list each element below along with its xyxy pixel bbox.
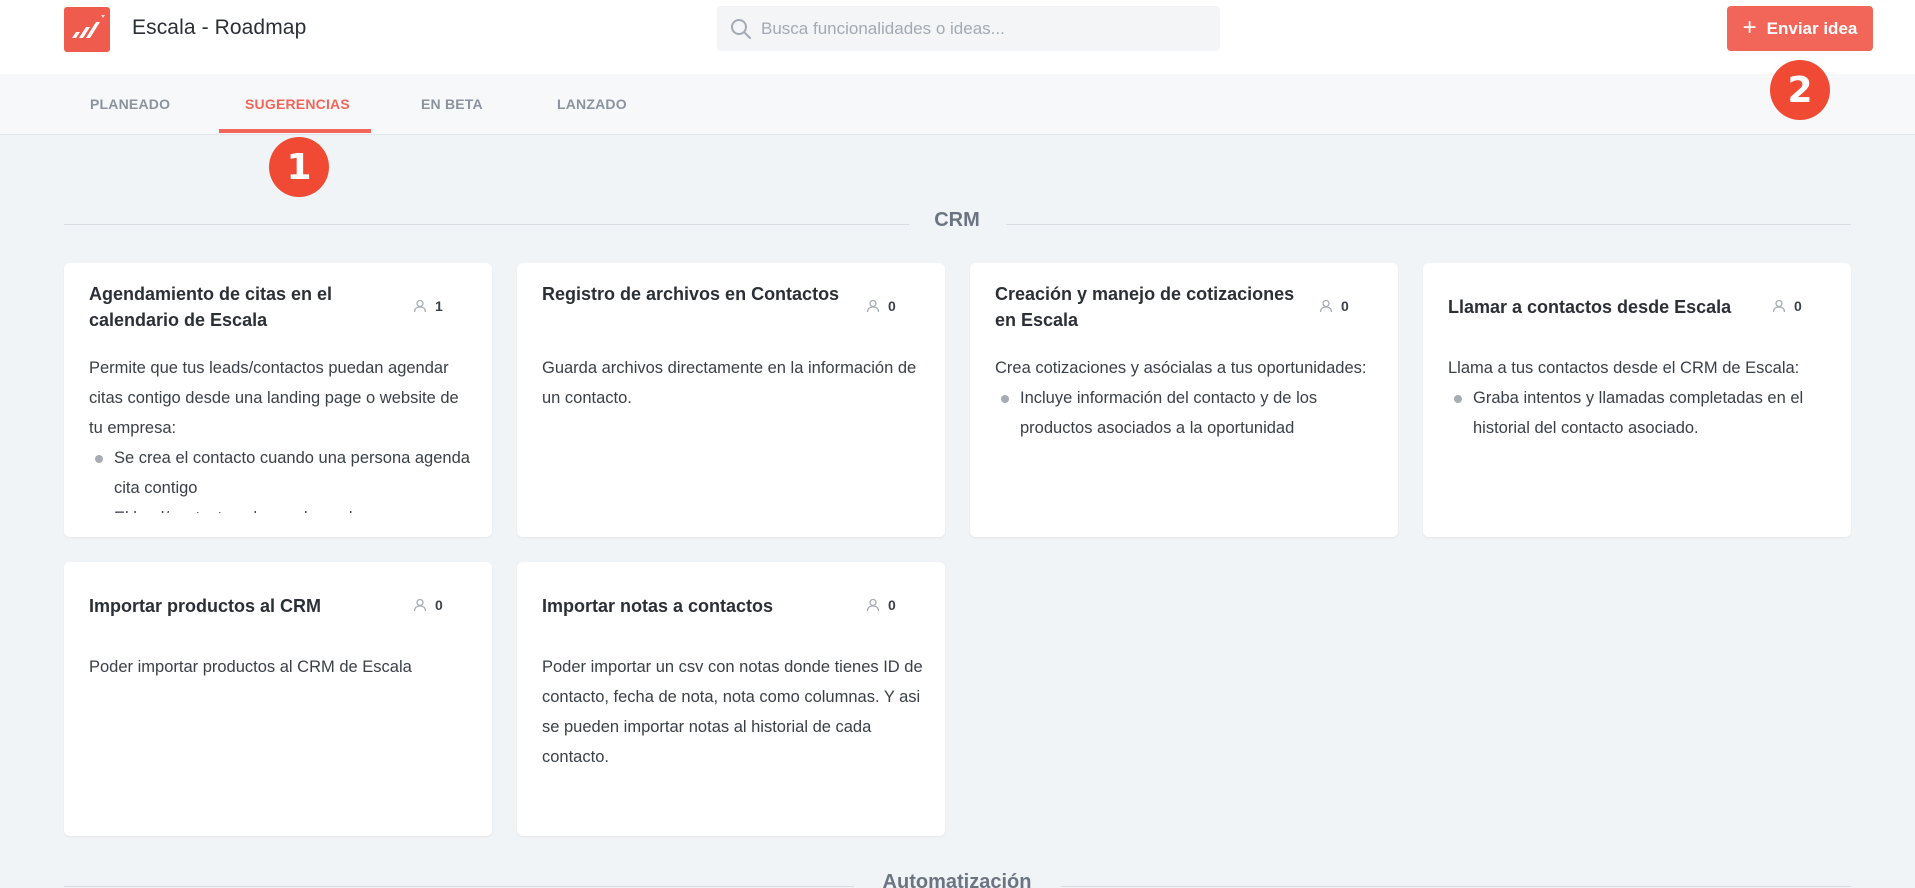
search-input[interactable]	[761, 6, 1211, 51]
idea-card-description: Poder importar un csv con notas donde ti…	[542, 658, 923, 766]
user-icon	[866, 598, 880, 612]
tab-planeado[interactable]: PLANEADO	[90, 74, 170, 135]
tab-en-beta[interactable]: EN BETA	[421, 74, 483, 135]
section-divider-left	[64, 224, 909, 225]
user-icon	[1772, 299, 1786, 313]
idea-card-bullet: El lead/contacto solo puede ver los cupo…	[89, 503, 474, 513]
escala-logo-icon[interactable]	[64, 7, 110, 52]
user-icon	[413, 299, 427, 313]
step-marker-1: 1	[269, 137, 329, 197]
idea-card-title: Importar notas a contactos	[542, 596, 774, 616]
vote-count[interactable]: 1	[413, 298, 443, 314]
idea-card-description: Crea cotizaciones y asócialas a tus opor…	[995, 359, 1367, 377]
idea-card-title: Agendamiento de citas en el calendario d…	[89, 284, 333, 330]
idea-card-body: Poder importar un csv con notas donde ti…	[542, 652, 927, 812]
idea-card[interactable]: Creación y manejo de cotizaciones en Esc…	[970, 263, 1398, 537]
app-title: Escala - Roadmap	[132, 16, 307, 39]
vote-count-value: 0	[435, 597, 443, 613]
section-divider-left	[64, 886, 854, 887]
vote-count[interactable]: 0	[866, 597, 896, 613]
plus-icon: +	[1742, 13, 1757, 41]
idea-card-title: Importar productos al CRM	[89, 596, 322, 616]
idea-card-description: Guarda archivos directamente en la infor…	[542, 359, 917, 407]
vote-count-value: 0	[888, 298, 896, 314]
search-icon	[731, 19, 751, 39]
vote-count-value: 0	[888, 597, 896, 613]
tab-lanzado[interactable]: LANZADO	[557, 74, 627, 135]
vote-count[interactable]: 0	[413, 597, 443, 613]
vote-count[interactable]: 0	[1319, 298, 1349, 314]
section-title-crm: CRM	[934, 209, 980, 231]
user-icon	[866, 299, 880, 313]
idea-card[interactable]: Importar productos al CRM 0 Poder import…	[64, 562, 492, 836]
idea-card-body: Poder importar productos al CRM de Escal…	[89, 652, 474, 812]
idea-card[interactable]: Llamar a contactos desde Escala 0 Llama …	[1423, 263, 1851, 537]
vote-count[interactable]: 0	[866, 298, 896, 314]
idea-card-title: Registro de archivos en Contactos	[542, 284, 840, 304]
idea-card-title: Llamar a contactos desde Escala	[1448, 297, 1732, 317]
idea-card[interactable]: Agendamiento de citas en el calendario d…	[64, 263, 492, 537]
idea-card-bullet: Se crea el contacto cuando una persona a…	[89, 443, 474, 503]
section-divider-right	[1006, 224, 1851, 225]
step-marker-2: 2	[1770, 60, 1830, 120]
idea-card-description: Llama a tus contactos desde el CRM de Es…	[1448, 359, 1800, 377]
active-tab-indicator	[219, 129, 371, 133]
submit-idea-label: Enviar idea	[1766, 18, 1858, 38]
idea-card-bullet: Graba intentos y llamadas completadas en…	[1448, 383, 1833, 443]
idea-card-bullet: Incluye información del contacto y de lo…	[995, 383, 1380, 443]
tab-sugerencias[interactable]: SUGERENCIAS	[245, 74, 350, 135]
idea-card-body: Permite que tus leads/contactos puedan a…	[89, 353, 474, 513]
idea-card-description: Permite que tus leads/contactos puedan a…	[89, 359, 459, 437]
search-box[interactable]	[717, 6, 1220, 51]
vote-count-value: 0	[1341, 298, 1349, 314]
vote-count[interactable]: 0	[1772, 298, 1802, 314]
idea-card-body: Crea cotizaciones y asócialas a tus opor…	[995, 353, 1380, 513]
top-header: Escala - Roadmap + Enviar idea	[0, 0, 1915, 74]
idea-card-title: Creación y manejo de cotizaciones en Esc…	[995, 284, 1295, 330]
vote-count-value: 0	[1794, 298, 1802, 314]
idea-card-body: Llama a tus contactos desde el CRM de Es…	[1448, 353, 1833, 513]
section-divider-right	[1061, 886, 1851, 887]
user-icon	[413, 598, 427, 612]
submit-idea-button[interactable]: + Enviar idea	[1727, 6, 1873, 51]
idea-card[interactable]: Registro de archivos en Contactos 0 Guar…	[517, 263, 945, 537]
idea-card[interactable]: Importar notas a contactos 0 Poder impor…	[517, 562, 945, 836]
idea-card-body: Guarda archivos directamente en la infor…	[542, 353, 927, 513]
user-icon	[1319, 299, 1333, 313]
idea-card-description: Poder importar productos al CRM de Escal…	[89, 658, 412, 676]
vote-count-value: 1	[435, 298, 443, 314]
tabs-bar: PLANEADO SUGERENCIAS EN BETA LANZADO	[0, 74, 1915, 135]
section-title-automatizacion: Automatización	[882, 871, 1032, 888]
